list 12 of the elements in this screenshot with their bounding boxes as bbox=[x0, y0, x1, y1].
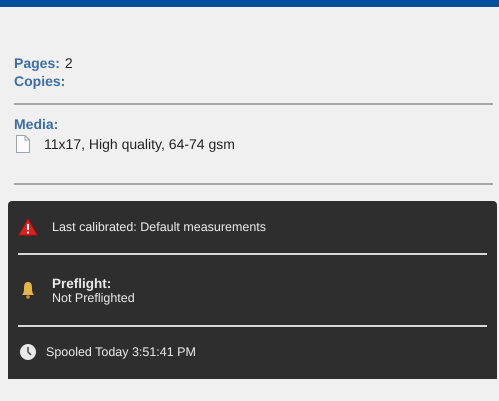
status-text: Spooled Today 3:51:41 PM bbox=[46, 345, 196, 359]
media-value: 11x17, High quality, 64-74 gsm bbox=[44, 136, 235, 152]
field-label: Pages: bbox=[14, 54, 60, 72]
status-text: Not Preflighted bbox=[52, 290, 135, 304]
field-value: 2 bbox=[64, 54, 73, 72]
status-text: Last calibrated: Default measurements bbox=[52, 220, 266, 234]
warning-icon bbox=[18, 218, 38, 236]
status-title: Preflight: bbox=[52, 276, 112, 290]
clock-icon bbox=[18, 343, 38, 361]
document-icon bbox=[16, 135, 30, 153]
field-label: Copies: bbox=[14, 72, 66, 90]
field-label: Media: bbox=[14, 115, 58, 133]
